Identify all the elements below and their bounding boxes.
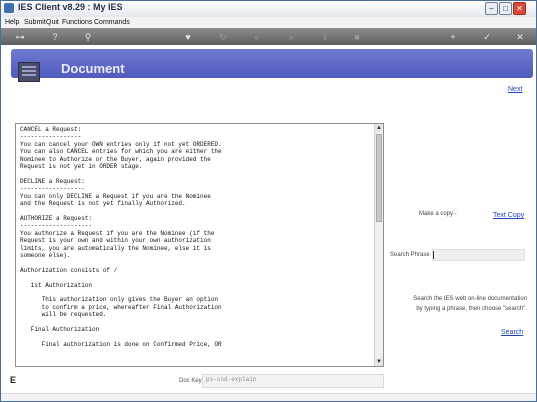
app-logo-icon	[4, 3, 14, 13]
minimize-button[interactable]: –	[485, 2, 498, 15]
heart-icon[interactable]: ♥	[182, 31, 194, 43]
document-textarea[interactable]: CANCEL a Request: ----------------- You ca…	[15, 123, 384, 367]
document-line: ------------------	[20, 185, 85, 193]
document-line: You can only DECLINE a Request if you ar…	[20, 192, 211, 200]
menu-commands[interactable]: Commands	[94, 17, 130, 28]
menu-quit[interactable]: Quit	[46, 17, 59, 28]
upload-icon[interactable]: ⇧	[319, 31, 331, 43]
menu-bar: Help Submit Quit Functions Commands	[1, 17, 536, 28]
document-line: DECLINE a Request:	[20, 177, 85, 185]
search-help-text: Search the IES web on-line documentation…	[397, 294, 527, 314]
toolbar: ⊶ ? ⚲ ♥ ↻ « » ⇧ ■ + ✓ ✕	[1, 28, 536, 45]
document-line: someone else).	[20, 251, 71, 259]
maximize-button[interactable]: □	[499, 2, 512, 15]
document-content[interactable]: CANCEL a Request: ----------------- You ca…	[20, 126, 372, 362]
next-link[interactable]: Next	[508, 86, 522, 93]
vertical-scrollbar[interactable]: ▲ ▼	[374, 124, 383, 366]
scroll-up-icon[interactable]: ▲	[375, 124, 383, 132]
close-window-button[interactable]: ✕	[513, 2, 526, 15]
close-icon[interactable]: ✕	[514, 31, 526, 43]
scroll-down-icon[interactable]: ▼	[375, 358, 383, 366]
doc-key-label: Doc Key	[179, 378, 202, 384]
document-line: --------------------	[20, 222, 93, 230]
document-line: This authorization only gives the Buyer …	[20, 296, 219, 304]
search-help-line-1: Search the IES web on-line documentation	[413, 296, 527, 302]
plus-icon[interactable]: +	[447, 31, 459, 43]
document-line: Final Authorization	[20, 325, 100, 333]
document-line: Final authorization is done on Confirmed…	[20, 340, 222, 348]
search-icon[interactable]: ⚲	[82, 31, 94, 43]
document-icon	[18, 62, 40, 82]
key-icon[interactable]: ⊶	[11, 31, 29, 43]
document-line: You can cancel your OWN entries only if …	[20, 140, 222, 148]
document-line: will be requested.	[20, 311, 107, 319]
make-copy-label: Make a copy -	[419, 211, 457, 217]
menu-functions[interactable]: Functions	[62, 17, 92, 28]
footer-mark: E	[10, 375, 17, 385]
fast-forward-icon[interactable]: »	[285, 31, 297, 43]
document-line: to confirm a price, whereafter Final Aut…	[20, 303, 222, 311]
document-line: Request is not yet in ORDER stage.	[20, 163, 143, 171]
doc-key-field: ps-cod-explain	[202, 374, 384, 388]
search-phrase-input[interactable]	[432, 249, 525, 261]
document-line: Authorization consists of /	[20, 266, 118, 274]
text-caret	[433, 251, 434, 259]
title-bar: IES Client v8.29 : My IES – □ ✕	[1, 1, 536, 17]
menu-help[interactable]: Help	[5, 17, 19, 28]
document-line: 1st Authorization	[20, 281, 93, 289]
page-title: Document	[61, 61, 125, 76]
scroll-thumb[interactable]	[376, 134, 382, 222]
status-bar	[1, 393, 536, 401]
doc-key-value: ps-cod-explain	[206, 376, 257, 383]
text-copy-link[interactable]: Text Copy	[493, 212, 524, 219]
document-line: -----------------	[20, 133, 82, 141]
document-line: AUTHORIZE a Request:	[20, 214, 93, 222]
search-phrase-label: Search Phrase	[390, 252, 430, 258]
rewind-icon[interactable]: «	[251, 31, 263, 43]
document-line: limits, you are automatically the Nomine…	[20, 244, 211, 252]
refresh-icon[interactable]: ↻	[217, 31, 229, 43]
search-help-line-2: by typing a phrase, then choose "search"…	[416, 306, 527, 312]
window-title: IES Client v8.29 : My IES	[18, 2, 123, 12]
help-icon[interactable]: ?	[49, 31, 61, 43]
document-line: Request is your own and within your own …	[20, 237, 211, 245]
menu-submit[interactable]: Submit	[24, 17, 46, 28]
document-line: Nominee to Authorize or the Buyer, again…	[20, 155, 211, 163]
search-link[interactable]: Search	[501, 329, 523, 336]
document-line: CANCEL a Request:	[20, 126, 82, 133]
check-icon[interactable]: ✓	[481, 31, 493, 43]
stop-icon[interactable]: ■	[351, 31, 363, 43]
app-window: IES Client v8.29 : My IES – □ ✕ Help Sub…	[0, 0, 537, 402]
document-line: You authorize a Request if you are the N…	[20, 229, 215, 237]
document-line: You can also CANCEL entries for which yo…	[20, 148, 222, 156]
document-line: and the Request is not yet finally Autho…	[20, 200, 186, 208]
